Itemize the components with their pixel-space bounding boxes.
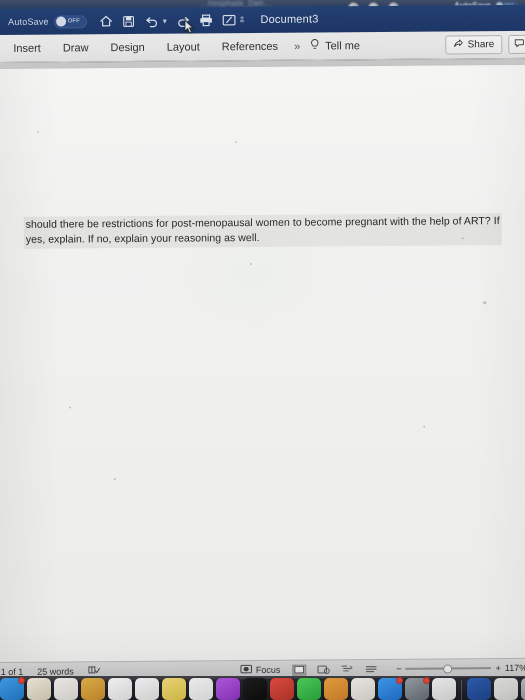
dock-item-books[interactable]	[324, 678, 348, 700]
dock-badge	[18, 677, 25, 684]
dock-item-photos[interactable]	[54, 678, 78, 700]
share-button[interactable]: Share	[445, 35, 503, 55]
tab-references[interactable]: References	[211, 40, 289, 53]
zoom-control: − + 117%	[396, 663, 525, 674]
dock-badge	[396, 677, 403, 684]
view-mode-group	[292, 664, 378, 676]
dust-speck	[423, 425, 426, 428]
dust-speck	[483, 301, 487, 305]
zoom-slider-thumb[interactable]	[443, 664, 453, 674]
ribbon-right-group: Share C	[445, 34, 525, 55]
screenshot-root: …hosphate_Deh… AutoSave OFF AutoSave OFF	[0, 0, 525, 700]
ribbon-overflow-button[interactable]: »	[289, 40, 305, 52]
word-window: AutoSave OFF ▾ ⩲ Document3 Insert Draw D…	[0, 4, 525, 682]
dock-item-preview[interactable]	[494, 678, 518, 700]
tab-insert[interactable]: Insert	[2, 42, 52, 54]
undo-icon[interactable]	[145, 14, 159, 28]
autosave-control[interactable]: AutoSave OFF	[8, 14, 87, 29]
document-workarea[interactable]: should there be restrictions for post-me…	[0, 58, 525, 682]
dust-speck	[36, 130, 39, 133]
dock-badge	[423, 677, 430, 684]
zoom-in-button[interactable]: +	[496, 663, 501, 673]
share-label: Share	[467, 39, 495, 51]
tab-design[interactable]: Design	[99, 41, 155, 53]
dust-speck	[235, 141, 238, 144]
focus-button[interactable]: Focus	[240, 664, 281, 676]
dock-item-word[interactable]	[467, 678, 491, 700]
comment-bubble-icon	[514, 38, 524, 51]
format-painter-icon[interactable]	[222, 13, 236, 27]
zoom-slider[interactable]	[405, 663, 492, 674]
comments-button[interactable]: C	[508, 34, 525, 55]
dust-speck	[113, 478, 116, 481]
chevron-down-icon[interactable]: ▾	[163, 16, 167, 25]
view-outline-icon[interactable]	[340, 664, 354, 675]
view-draft-icon[interactable]	[364, 664, 378, 675]
autosave-knob	[55, 16, 66, 27]
dock-item-maps[interactable]	[270, 678, 294, 700]
quick-access-toolbar: ▾ ⩲	[99, 13, 245, 28]
lightbulb-icon	[309, 38, 320, 54]
zoom-out-button[interactable]: −	[396, 664, 401, 674]
dock-item-reminders[interactable]	[135, 678, 159, 700]
dock-item-freeform[interactable]	[351, 678, 375, 700]
dock-item-podcasts[interactable]	[216, 678, 240, 700]
dock-item-system-settings[interactable]	[405, 677, 430, 700]
document-page[interactable]: should there be restrictions for post-me…	[0, 64, 525, 682]
focus-icon	[240, 664, 252, 676]
macos-dock	[0, 676, 525, 700]
dock-item-trash[interactable]	[521, 678, 525, 700]
dock-item-chrome[interactable]	[432, 678, 456, 700]
dust-speck	[69, 406, 72, 409]
focus-label: Focus	[255, 664, 281, 676]
dust-speck	[250, 263, 253, 266]
dock-item-appletv[interactable]	[243, 678, 267, 700]
share-icon	[454, 38, 464, 51]
ribbon-tabbar: Insert Draw Design Layout References » T…	[0, 30, 525, 64]
tell-me-button[interactable]: Tell me	[305, 38, 360, 54]
status-right-group: Focus − + 117%	[240, 662, 525, 676]
dock-item-messages[interactable]	[297, 678, 321, 700]
tell-me-label: Tell me	[325, 39, 361, 52]
customize-toolbar-icon[interactable]: ⩲	[240, 15, 245, 25]
dock-separator	[461, 680, 462, 700]
dock-item-music[interactable]	[189, 678, 213, 700]
autosave-state: OFF	[67, 18, 80, 25]
dock-item-calendar[interactable]	[108, 678, 132, 700]
tab-draw[interactable]: Draw	[52, 42, 100, 54]
autosave-toggle[interactable]: OFF	[53, 14, 87, 29]
document-title[interactable]: Document3	[260, 13, 318, 25]
dock-item-notes[interactable]	[162, 678, 186, 700]
print-icon[interactable]	[199, 13, 213, 27]
dust-speck	[461, 237, 464, 240]
dock-item-finder[interactable]	[0, 677, 25, 700]
mouse-cursor-icon	[184, 19, 194, 34]
autosave-label: AutoSave	[8, 16, 49, 27]
dock-item-app-store[interactable]	[378, 677, 403, 700]
dock-item-launchpad[interactable]	[27, 678, 51, 700]
zoom-level[interactable]: 117%	[505, 663, 525, 673]
save-icon[interactable]	[122, 14, 136, 28]
view-print-layout-icon[interactable]	[292, 664, 307, 676]
home-icon[interactable]	[99, 14, 113, 28]
tab-layout[interactable]: Layout	[156, 41, 211, 53]
dock-item-contacts[interactable]	[81, 678, 105, 700]
view-web-layout-icon[interactable]	[316, 664, 330, 675]
document-body-text[interactable]: should there be restrictions for post-me…	[23, 213, 502, 249]
